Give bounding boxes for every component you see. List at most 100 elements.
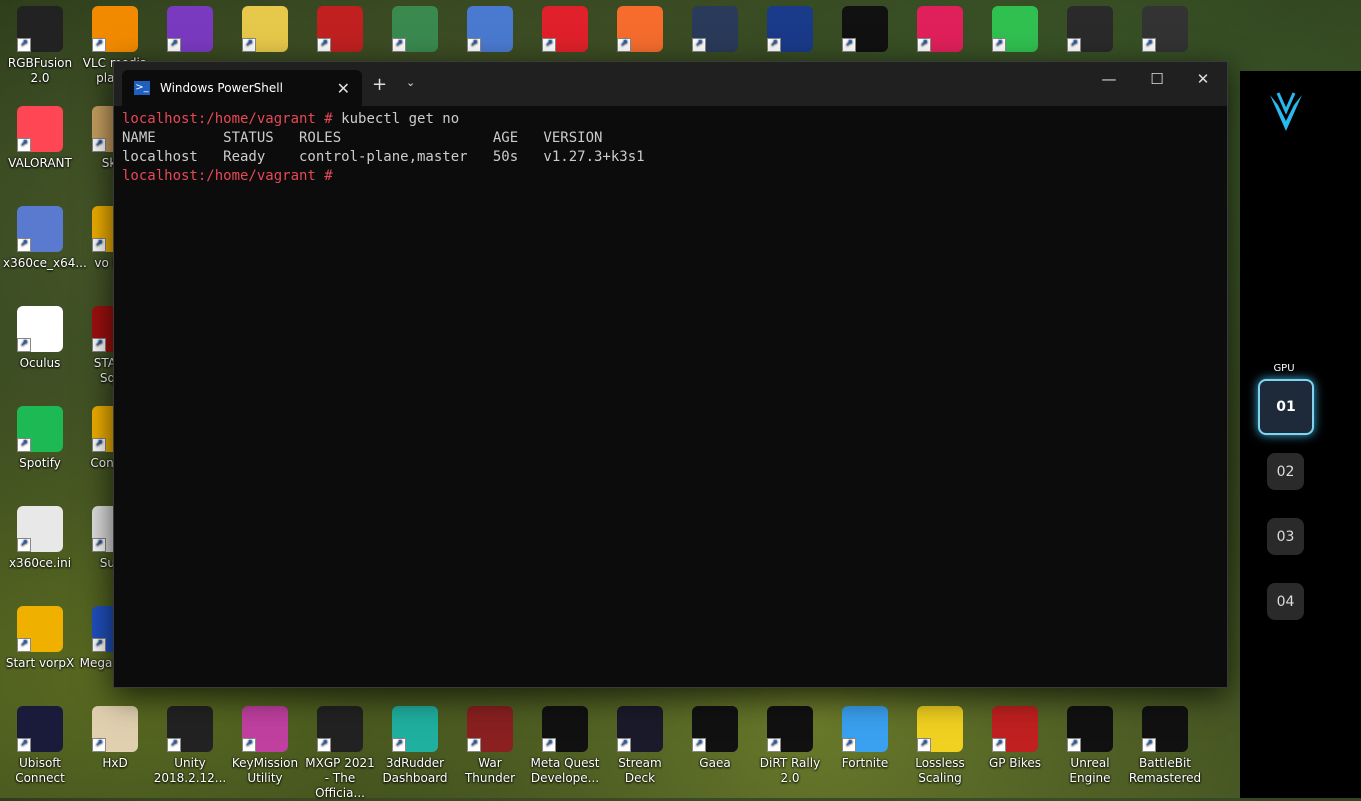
desktop-shortcut[interactable]: ↗ Ubisoft Connect (3, 700, 77, 786)
shortcut-arrow-icon: ↗ (92, 738, 106, 752)
terminal-output[interactable]: localhost:/home/vagrant # kubectl get no… (122, 110, 1219, 679)
desktop-shortcut[interactable]: ↗ (1128, 0, 1202, 56)
unreal-icon: ↗ (1067, 706, 1113, 752)
python-icon: ↗ (242, 6, 288, 52)
minimize-button[interactable]: — (1086, 70, 1132, 88)
shortcut-arrow-icon: ↗ (92, 38, 106, 52)
shortcut-arrow-icon: ↗ (692, 738, 706, 752)
desktop-shortcut[interactable]: ↗ Gaea (678, 700, 752, 771)
zotac-logo-icon (1270, 92, 1302, 131)
shell-prompt: localhost:/home/vagrant # (122, 168, 333, 184)
desktop-shortcut[interactable]: ↗ Meta Quest Develope... (528, 700, 602, 786)
desktop-shortcut-label: 3dRudder Dashboard (382, 756, 448, 785)
desktop-shortcut[interactable]: ↗ Spotify (3, 400, 77, 471)
desktop-shortcut[interactable]: ↗ Start vorpX (3, 600, 77, 671)
shortcut-arrow-icon: ↗ (17, 138, 31, 152)
gpu-select-button[interactable]: 02 (1267, 453, 1304, 490)
valorant-icon: ↗ (17, 106, 63, 152)
desktop-shortcut[interactable]: ↗ Lossless Scaling (903, 700, 977, 786)
desktop-shortcut[interactable]: ↗ Unreal Engine (1053, 700, 1127, 786)
desktop-shortcut[interactable]: ↗ (378, 0, 452, 56)
desktop-shortcut[interactable]: ↗ KeyMission Utility (228, 700, 302, 786)
desktop-shortcut[interactable]: ↗ x360ce.ini (3, 500, 77, 571)
fortnite-icon: ↗ (842, 706, 888, 752)
tab-windows-powershell[interactable]: >_ Windows PowerShell ✕ (122, 70, 362, 106)
desktop-shortcut-label: Gaea (699, 756, 731, 770)
powershell-window[interactable]: >_ Windows PowerShell ✕ + ⌄ — ☐ ✕ localh… (113, 61, 1228, 688)
desktop-shortcut[interactable]: ↗ (753, 0, 827, 56)
terminal-line: localhost Ready control-plane,master 50s… (122, 148, 1219, 167)
desktop-shortcut[interactable]: ↗ (303, 0, 377, 56)
desktop-shortcut[interactable]: ↗ (903, 0, 977, 56)
desktop-shortcut[interactable]: ↗ HxD (78, 700, 152, 771)
desktop-shortcut[interactable]: ↗ (603, 0, 677, 56)
desktop-shortcut[interactable]: ↗ GP Bikes (978, 700, 1052, 771)
desktop-shortcut[interactable]: ↗ War Thunder (453, 700, 527, 786)
desktop-shortcut[interactable]: ↗ (453, 0, 527, 56)
desktop-shortcut[interactable]: ↗ DiRT Rally 2.0 (753, 700, 827, 786)
desktop-shortcut[interactable]: ↗ (978, 0, 1052, 56)
shortcut-arrow-icon: ↗ (992, 738, 1006, 752)
desktop-shortcut-label: BattleBit Remastered (1128, 756, 1202, 785)
desktop-shortcut[interactable]: ↗ 3dRudder Dashboard (378, 700, 452, 786)
shortcut-arrow-icon: ↗ (92, 238, 106, 252)
shortcut-arrow-icon: ↗ (767, 38, 781, 52)
origin-icon: ↗ (617, 6, 663, 52)
desktop-shortcut[interactable]: ↗ BattleBit Remastered (1128, 700, 1202, 786)
shortcut-arrow-icon: ↗ (467, 738, 481, 752)
desktop-shortcut-label: War Thunder (464, 756, 516, 785)
shortcut-arrow-icon: ↗ (692, 38, 706, 52)
gpu-select-button[interactable]: 01 (1258, 379, 1314, 435)
ubisoft-icon: ↗ (17, 706, 63, 752)
window-titlebar[interactable]: >_ Windows PowerShell ✕ + ⌄ — ☐ ✕ (114, 62, 1227, 106)
desktop-shortcut-label: KeyMission Utility (231, 756, 299, 785)
desktop-shortcut[interactable]: ↗ VALORANT (3, 100, 77, 171)
desktop-shortcut[interactable]: ↗ MXGP 2021 - The Officia... (303, 700, 377, 801)
shortcut-arrow-icon: ↗ (917, 38, 931, 52)
desktop-shortcut[interactable]: ↗ (1053, 0, 1127, 56)
tab-close-icon[interactable]: ✕ (337, 79, 350, 98)
shortcut-arrow-icon: ↗ (992, 38, 1006, 52)
desktop-shortcut[interactable]: ↗ x360ce_x64... (3, 200, 87, 271)
tab-dropdown-chevron-icon[interactable]: ⌄ (406, 76, 415, 89)
desktop-shortcut-label: Spotify (19, 456, 61, 470)
desktop-shortcut[interactable]: ↗ Unity 2018.2.12... (153, 700, 227, 786)
shortcut-arrow-icon: ↗ (617, 738, 631, 752)
maximize-button[interactable]: ☐ (1134, 70, 1180, 88)
desktop-shortcut[interactable]: ↗ (153, 0, 227, 56)
shortcut-arrow-icon: ↗ (17, 438, 31, 452)
terminal-text: localhost Ready control-plane,master 50s… (122, 149, 645, 165)
vlc-icon: ↗ (92, 6, 138, 52)
desktop-shortcut-label: Oculus (19, 356, 61, 370)
shortcut-arrow-icon: ↗ (17, 738, 31, 752)
close-button[interactable]: ✕ (1180, 70, 1226, 88)
desktop-shortcut[interactable]: ↗ RGBFusion 2.0 (3, 0, 77, 86)
terminal-line: localhost:/home/vagrant # kubectl get no (122, 110, 1219, 129)
desktop-shortcut[interactable]: ↗ Stream Deck (603, 700, 677, 786)
desktop-shortcut-label: x360ce.ini (8, 556, 72, 570)
shortcut-arrow-icon: ↗ (242, 738, 256, 752)
desktop-shortcut[interactable]: ↗ (528, 0, 602, 56)
new-tab-button[interactable]: + (372, 74, 387, 95)
desktop-shortcut[interactable]: ↗ (228, 0, 302, 56)
shortcut-arrow-icon: ↗ (92, 538, 106, 552)
shortcut-arrow-icon: ↗ (1142, 738, 1156, 752)
meta-icon: ↗ (542, 706, 588, 752)
unity-icon: ↗ (167, 706, 213, 752)
stream-deck-icon: ↗ (617, 706, 663, 752)
rgb-fusion-icon: ↗ (17, 6, 63, 52)
shortcut-arrow-icon: ↗ (167, 738, 181, 752)
desktop-shortcut-label: Stream Deck (618, 756, 662, 785)
gpu-select-button[interactable]: 04 (1267, 583, 1304, 620)
gpu-select-button[interactable]: 03 (1267, 518, 1304, 555)
desktop-shortcut[interactable]: ↗ (678, 0, 752, 56)
shortcut-arrow-icon: ↗ (242, 38, 256, 52)
desktop-shortcut[interactable]: ↗ Oculus (3, 300, 77, 371)
desktop-shortcut[interactable]: ↗ (828, 0, 902, 56)
desktop-shortcut[interactable]: ↗ Fortnite (828, 700, 902, 771)
battlebit-icon: ↗ (1142, 706, 1188, 752)
shortcut-arrow-icon: ↗ (17, 38, 31, 52)
desktop-shortcut-label: Start vorpX (5, 656, 75, 670)
shortcut-arrow-icon: ↗ (17, 238, 31, 252)
terminal-line: localhost:/home/vagrant # (122, 167, 1219, 186)
